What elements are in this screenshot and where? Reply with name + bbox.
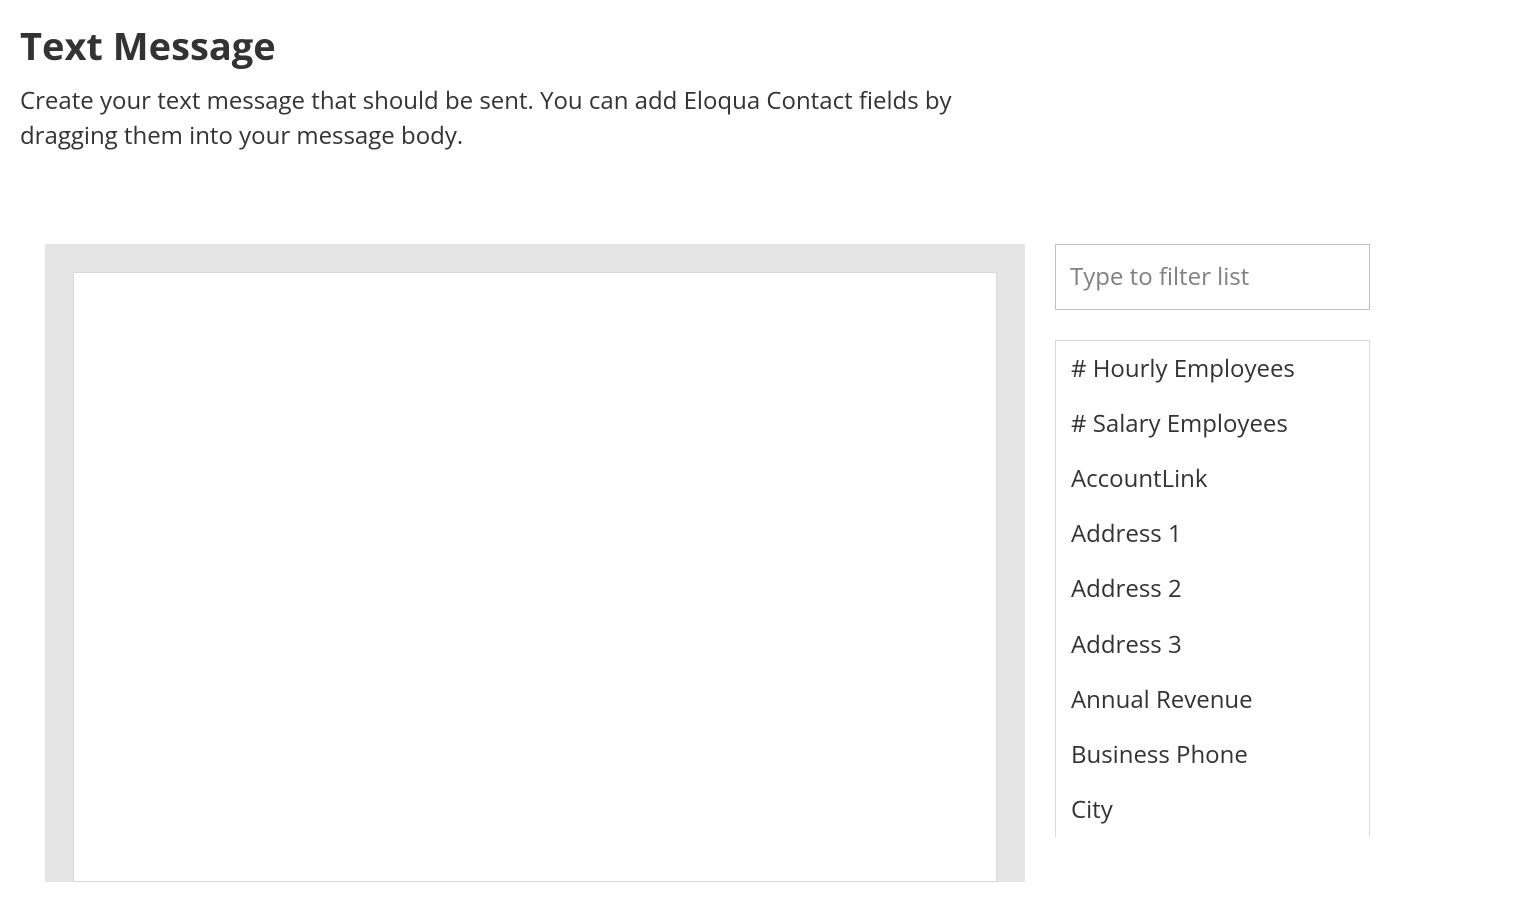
filter-input[interactable]	[1055, 244, 1370, 310]
field-item[interactable]: Address 1	[1056, 506, 1369, 561]
field-list: # Hourly Employees # Salary Employees Ac…	[1055, 340, 1370, 838]
message-body-textarea[interactable]	[73, 272, 997, 882]
field-item[interactable]: Annual Revenue	[1056, 672, 1369, 727]
fields-sidebar: # Hourly Employees # Salary Employees Ac…	[1055, 244, 1370, 838]
field-item[interactable]: City	[1056, 782, 1369, 837]
field-item[interactable]: # Salary Employees	[1056, 396, 1369, 451]
field-item[interactable]: AccountLink	[1056, 451, 1369, 506]
field-item[interactable]: Business Phone	[1056, 727, 1369, 782]
editor-wrapper	[45, 244, 1025, 882]
field-item[interactable]: # Hourly Employees	[1056, 341, 1369, 396]
field-item[interactable]: Address 3	[1056, 617, 1369, 672]
field-item[interactable]: Address 2	[1056, 561, 1369, 616]
page-description: Create your text message that should be …	[20, 84, 990, 154]
page-title: Text Message	[20, 20, 1518, 72]
content-area: # Hourly Employees # Salary Employees Ac…	[20, 244, 1518, 882]
